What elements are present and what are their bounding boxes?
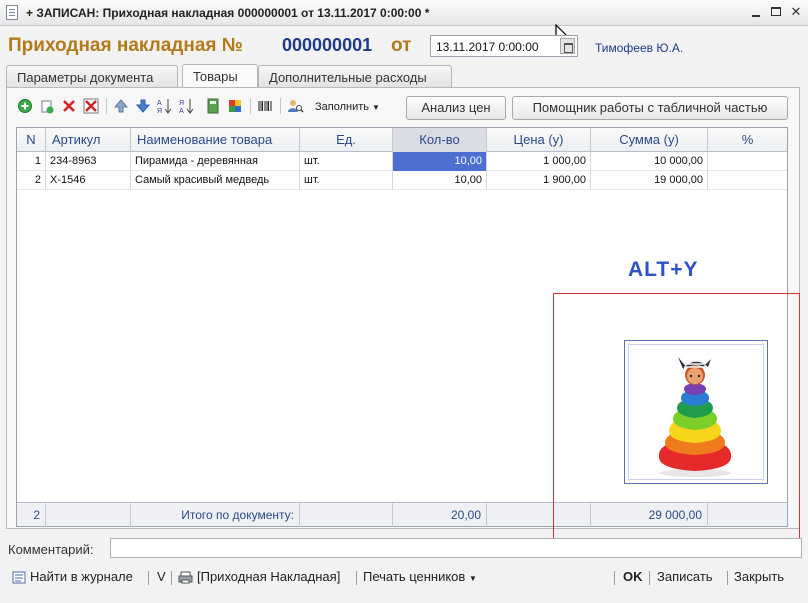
date-from-label: от [391,35,412,56]
row-unit[interactable]: шт. [300,152,393,171]
ok-button[interactable]: OK [623,569,643,584]
mark-delete-icon[interactable] [82,96,100,116]
close-icon[interactable]: ✕ [788,4,804,20]
author-link[interactable]: Тимофеев Ю.А. [595,41,683,55]
column-header-name[interactable]: Наименование товара [131,128,300,152]
column-header-price[interactable]: Цена (у) [487,128,591,152]
hotkey-hint: ALT+Y [628,258,699,281]
minimize-icon[interactable] [748,4,764,20]
row-unit[interactable]: шт. [300,171,393,190]
color-palette-icon[interactable] [226,96,244,116]
row-name[interactable]: Самый красивый медведь [131,171,300,190]
printer-icon [178,571,193,584]
row-number: 1 [17,152,46,171]
fill-menu-button[interactable]: Заполнить ▼ [315,101,380,113]
journal-icon [12,571,26,584]
svg-text:A: A [179,108,184,115]
date-value: 13.11.2017 0:00:00 [436,40,539,54]
move-up-icon[interactable] [112,96,130,116]
row-sum[interactable]: 10 000,00 [591,152,708,171]
copy-icon[interactable] [38,96,56,116]
row-price[interactable]: 1 900,00 [487,171,591,190]
footer-total-label: Итого по документу: [131,503,300,527]
tab-goods[interactable]: Товары [182,64,258,88]
add-icon[interactable] [16,96,34,116]
delete-icon[interactable] [60,96,78,116]
close-button[interactable]: Закрыть [734,569,784,584]
window-title: + ЗАПИСАН: Приходная накладная 000000001… [26,6,430,20]
v-button[interactable]: V [157,569,166,584]
svg-text:Я: Я [157,108,162,115]
column-header-percent[interactable]: % [708,128,787,152]
window-titlebar: + ЗАПИСАН: Приходная накладная 000000001… [0,0,808,26]
chevron-down-icon: ▼ [468,574,477,583]
row-qty[interactable]: 10,00 [393,171,487,190]
product-image-border [628,344,764,480]
save-button[interactable]: Записать [657,569,713,584]
row-article[interactable]: 234-8963 [46,152,131,171]
tab-document-params[interactable]: Параметры документа [6,65,178,87]
print-price-tags-button[interactable]: Печать ценников ▼ [363,569,477,584]
comment-input[interactable] [110,538,802,558]
print-document-button[interactable]: [Приходная Накладная] [197,569,340,584]
row-name[interactable]: Пирамида - деревянная [131,152,300,171]
table-header: N Артикул Наименование товара Ед. Кол-во… [17,128,787,152]
fill-menu-label: Заполнить [315,101,370,113]
comment-label: Комментарий: [8,542,94,557]
footer-empty [300,503,393,527]
move-down-icon[interactable] [134,96,152,116]
sort-asc-icon[interactable]: AЯ [156,96,174,116]
barcode-icon[interactable] [256,96,274,116]
price-analysis-button[interactable]: Анализ цен [406,96,506,120]
footer-qty-total: 20,00 [393,503,487,527]
calendar-icon[interactable] [560,38,575,54]
column-header-article[interactable]: Артикул [46,128,131,152]
row-percent[interactable] [708,152,787,171]
find-in-journal-button[interactable]: Найти в журнале [30,569,133,584]
table-row[interactable]: 1 234-8963 Пирамида - деревянная шт. 10,… [17,152,787,171]
sort-desc-icon[interactable]: ЯA [178,96,196,116]
product-image-preview[interactable] [624,340,768,484]
table-row[interactable]: 2 X-1546 Самый красивый медведь шт. 10,0… [17,171,787,190]
footer-empty [46,503,131,527]
document-icon [6,5,18,20]
row-price[interactable]: 1 000,00 [487,152,591,171]
print-price-tags-label: Печать ценников [363,569,466,584]
document-number: 000000001 [282,35,373,55]
column-header-qty[interactable]: Кол-во [393,128,487,152]
product-photo [658,357,732,477]
calculator-icon[interactable] [204,96,222,116]
row-number: 2 [17,171,46,190]
column-header-n[interactable]: N [17,128,46,152]
table-helper-button[interactable]: Помощник работы с табличной частью [512,96,788,120]
column-header-sum[interactable]: Сумма (у) [591,128,708,152]
tab-additional-expenses[interactable]: Дополнительные расходы [258,65,452,87]
column-header-unit[interactable]: Ед. [300,128,393,152]
chevron-down-icon: ▼ [372,103,380,112]
bottom-command-bar: Найти в журнале V [Приходная Накладная] … [0,564,808,592]
document-title: Приходная накладная № [8,35,243,56]
user-search-icon[interactable] [286,96,304,116]
row-sum[interactable]: 19 000,00 [591,171,708,190]
footer-row-count: 2 [17,503,46,527]
maximize-icon[interactable] [768,4,784,20]
row-percent[interactable] [708,171,787,190]
row-article[interactable]: X-1546 [46,171,131,190]
row-qty[interactable]: 10,00 [393,152,487,171]
svg-text:A: A [157,100,162,107]
svg-text:Я: Я [179,100,184,107]
date-field[interactable]: 13.11.2017 0:00:00 [430,35,578,57]
